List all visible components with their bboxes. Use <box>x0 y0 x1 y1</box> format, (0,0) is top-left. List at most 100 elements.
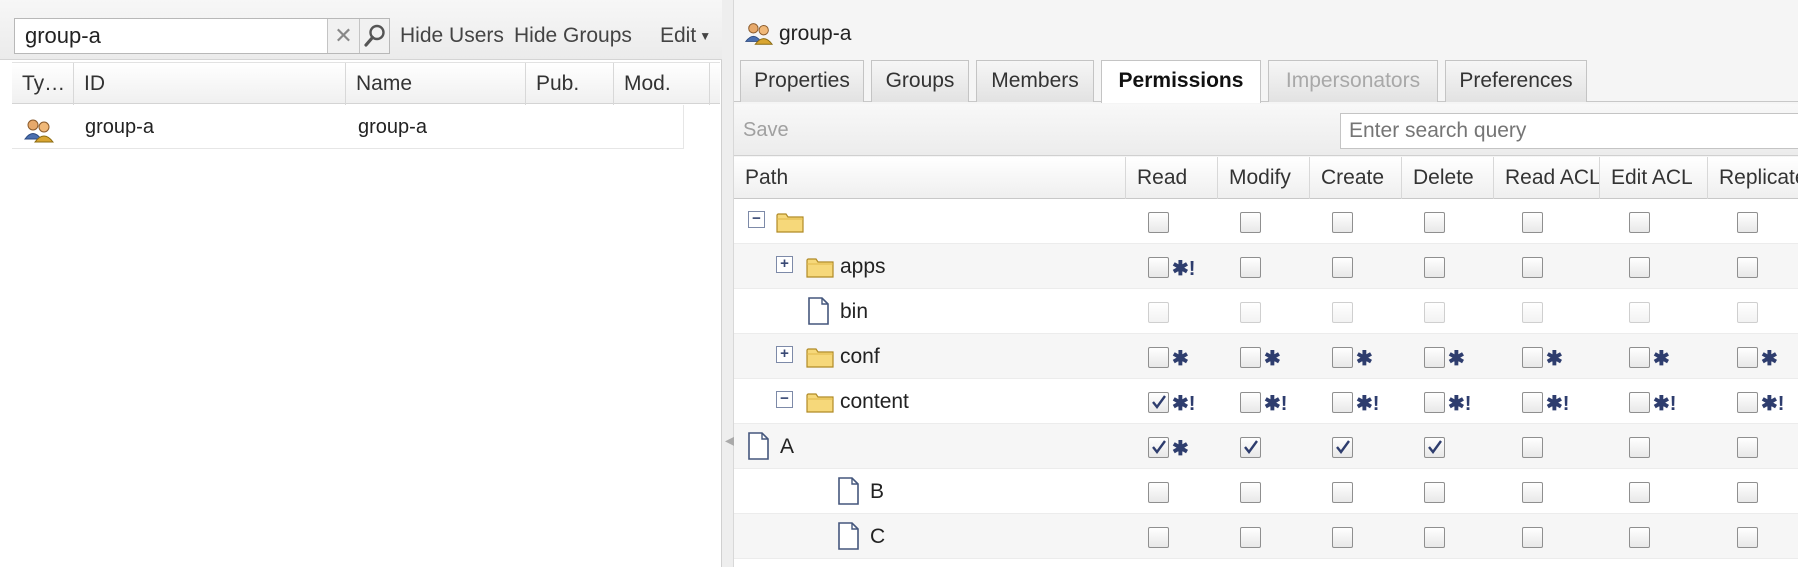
inherited-marker: ✱ <box>1172 348 1189 370</box>
permission-checkbox[interactable] <box>1240 482 1261 503</box>
permission-checkbox[interactable] <box>1240 347 1261 368</box>
col-replicate[interactable]: Replicate <box>1708 157 1798 199</box>
permission-checkbox[interactable] <box>1424 212 1445 233</box>
permission-checkbox[interactable] <box>1629 347 1650 368</box>
user-list-header: Ty… ID Name Pub. Mod. <box>12 62 720 105</box>
panel-splitter[interactable]: ◀ <box>722 0 736 567</box>
permission-checkbox[interactable] <box>1424 257 1445 278</box>
permission-checkbox[interactable] <box>1148 482 1169 503</box>
file-icon <box>806 297 830 330</box>
permissions-search-input[interactable] <box>1340 113 1798 149</box>
col-modify[interactable]: Modify <box>1218 157 1310 199</box>
permission-checkbox[interactable] <box>1332 437 1353 458</box>
collapse-icon[interactable]: − <box>748 211 765 228</box>
permission-checkbox[interactable] <box>1332 392 1353 413</box>
col-path[interactable]: Path <box>734 157 1126 199</box>
permission-checkbox[interactable] <box>1629 482 1650 503</box>
permission-checkbox[interactable] <box>1332 527 1353 548</box>
tab-properties[interactable]: Properties <box>740 60 864 102</box>
permission-checkbox[interactable] <box>1148 212 1169 233</box>
permission-checkbox[interactable] <box>1522 437 1543 458</box>
permission-checkbox[interactable] <box>1240 437 1261 458</box>
col-edit-acl[interactable]: Edit ACL <box>1600 157 1708 199</box>
permission-checkbox[interactable] <box>1424 482 1445 503</box>
authorizable-detail-panel: group-a Properties Groups Members Permis… <box>734 0 1798 567</box>
hide-users-button[interactable]: Hide Users <box>400 24 504 48</box>
tab-impersonators: Impersonators <box>1268 60 1438 102</box>
permission-checkbox[interactable] <box>1332 212 1353 233</box>
permission-checkbox[interactable] <box>1629 527 1650 548</box>
permission-checkbox[interactable] <box>1424 392 1445 413</box>
permission-checkbox[interactable] <box>1737 212 1758 233</box>
permission-checkbox[interactable] <box>1737 482 1758 503</box>
permission-checkbox[interactable] <box>1737 257 1758 278</box>
expand-icon[interactable]: + <box>776 346 793 363</box>
permission-checkbox[interactable] <box>1332 257 1353 278</box>
permission-checkbox[interactable] <box>1737 527 1758 548</box>
col-create[interactable]: Create <box>1310 157 1402 199</box>
collapse-handle-icon[interactable]: ◀ <box>725 432 736 454</box>
save-button[interactable]: Save <box>743 119 789 142</box>
permission-row[interactable]: + conf ✱ ✱ ✱ ✱ ✱ ✱ ✱ <box>734 334 1798 379</box>
permission-checkbox[interactable] <box>1148 392 1169 413</box>
permission-checkbox[interactable] <box>1148 527 1169 548</box>
permission-row[interactable]: B <box>734 469 1798 514</box>
permission-checkbox[interactable] <box>1629 437 1650 458</box>
permission-checkbox[interactable] <box>1522 212 1543 233</box>
permission-checkbox[interactable] <box>1522 482 1543 503</box>
permission-checkbox[interactable] <box>1629 212 1650 233</box>
permission-checkbox[interactable] <box>1240 392 1261 413</box>
col-mod[interactable]: Mod. <box>614 63 710 105</box>
permission-checkbox[interactable] <box>1737 392 1758 413</box>
permission-checkbox[interactable] <box>1424 437 1445 458</box>
permission-checkbox[interactable] <box>1737 437 1758 458</box>
tab-groups[interactable]: Groups <box>871 60 969 102</box>
permission-row[interactable]: bin <box>734 289 1798 334</box>
col-read-acl[interactable]: Read ACL <box>1494 157 1600 199</box>
permission-checkbox[interactable] <box>1424 347 1445 368</box>
hide-groups-button[interactable]: Hide Groups <box>514 24 632 48</box>
clear-icon[interactable]: ✕ <box>327 19 359 53</box>
permission-checkbox[interactable] <box>1522 257 1543 278</box>
permission-checkbox[interactable] <box>1148 257 1169 278</box>
tab-members[interactable]: Members <box>976 60 1094 102</box>
permission-checkbox[interactable] <box>1629 257 1650 278</box>
expand-icon[interactable]: + <box>776 256 793 273</box>
tab-strip: Properties Groups Members Permissions Im… <box>734 58 1798 103</box>
detail-title-bar: group-a <box>734 14 1798 54</box>
permission-row[interactable]: + apps ✱! <box>734 244 1798 289</box>
permission-row[interactable]: C <box>734 514 1798 559</box>
permission-checkbox[interactable] <box>1332 347 1353 368</box>
permission-checkbox[interactable] <box>1737 347 1758 368</box>
permission-checkbox[interactable] <box>1522 527 1543 548</box>
search-icon[interactable] <box>359 19 389 53</box>
permission-checkbox[interactable] <box>1522 392 1543 413</box>
permission-row[interactable]: − <box>734 199 1798 244</box>
inherited-marker: ✱! <box>1448 393 1472 415</box>
collapse-icon[interactable]: − <box>776 391 793 408</box>
permission-row[interactable]: − content ✱! ✱! ✱! ✱! ✱! ✱! ✱! <box>734 379 1798 424</box>
col-delete[interactable]: Delete <box>1402 157 1494 199</box>
permission-checkbox[interactable] <box>1522 347 1543 368</box>
col-id[interactable]: ID <box>74 63 346 105</box>
permission-checkbox[interactable] <box>1424 527 1445 548</box>
col-read[interactable]: Read <box>1126 157 1218 199</box>
edit-menu-button[interactable]: Edit ▼ <box>660 24 711 48</box>
col-type[interactable]: Ty… <box>12 63 74 105</box>
permission-checkbox[interactable] <box>1148 347 1169 368</box>
tab-preferences[interactable]: Preferences <box>1445 60 1587 102</box>
permission-checkbox[interactable] <box>1148 437 1169 458</box>
col-name[interactable]: Name <box>346 63 526 105</box>
search-input[interactable] <box>23 23 333 49</box>
inherited-marker: ✱ <box>1546 348 1563 370</box>
permission-checkbox[interactable] <box>1332 482 1353 503</box>
tab-permissions[interactable]: Permissions <box>1101 60 1261 103</box>
permission-checkbox[interactable] <box>1240 212 1261 233</box>
permission-row[interactable]: A ✱ <box>734 424 1798 469</box>
table-row[interactable]: group-a group-a <box>12 105 684 149</box>
permission-checkbox[interactable] <box>1240 527 1261 548</box>
permission-checkbox[interactable] <box>1240 257 1261 278</box>
permission-checkbox[interactable] <box>1629 392 1650 413</box>
col-pub[interactable]: Pub. <box>526 63 614 105</box>
permission-checkbox <box>1424 302 1445 323</box>
